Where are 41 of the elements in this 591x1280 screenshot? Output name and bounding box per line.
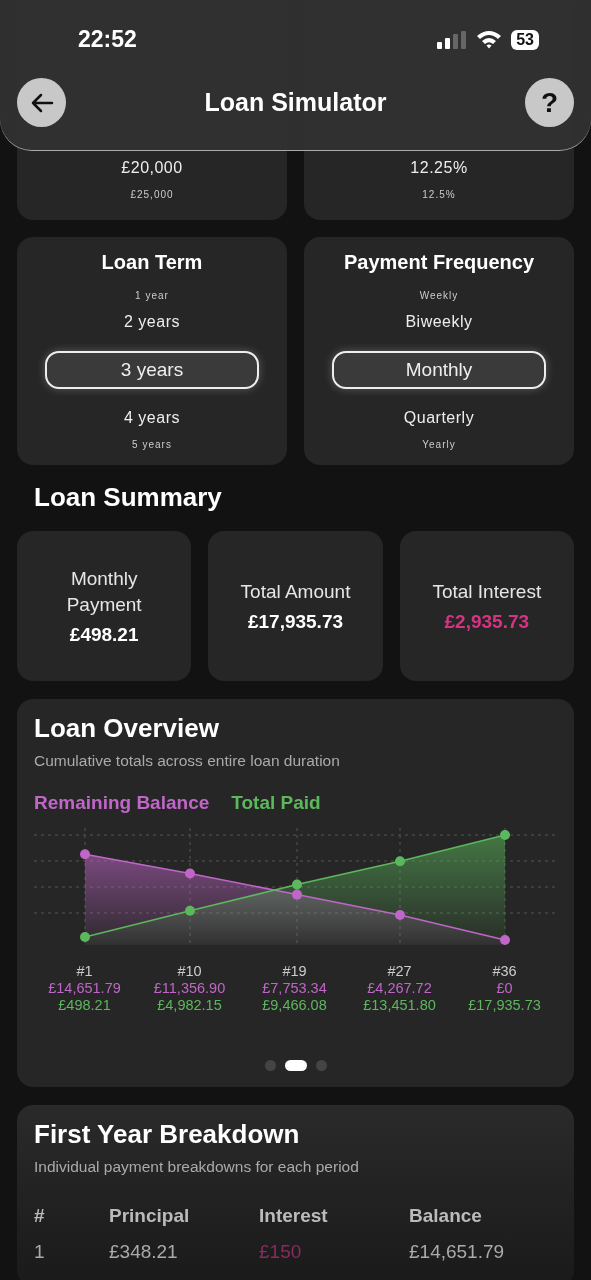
value-label: £9,466.08 bbox=[262, 997, 327, 1014]
category-label: #27 bbox=[387, 963, 412, 980]
status-time: 22:52 bbox=[78, 26, 137, 53]
category-label: #1 bbox=[76, 963, 93, 980]
category-label: #36 bbox=[492, 963, 517, 980]
column-header: Balance bbox=[409, 1205, 483, 1227]
value-label: £17,935.73 bbox=[468, 997, 541, 1014]
value-label: £13,451.80 bbox=[363, 997, 436, 1014]
card-title: Loan Overview bbox=[34, 713, 220, 744]
value-label: £4,267.72 bbox=[367, 980, 432, 997]
card-subtitle: Cumulative totals across entire loan duration bbox=[34, 752, 341, 770]
summary-label: Total Amount bbox=[240, 580, 351, 605]
table-cell-text: 1 bbox=[34, 1241, 46, 1263]
column-header: Principal bbox=[109, 1205, 191, 1227]
summary-label: Total Interest bbox=[432, 580, 542, 605]
value-label: £7,753.34 bbox=[262, 980, 327, 997]
picker-title: Payment Frequency bbox=[343, 251, 535, 274]
value-label: £14,651.79 bbox=[48, 980, 121, 997]
column-header: # bbox=[34, 1205, 46, 1227]
category-label: #10 bbox=[177, 963, 202, 980]
category-label: #19 bbox=[282, 963, 307, 980]
table-cell-text: £14,651.79 bbox=[409, 1241, 506, 1263]
summary-value: £2,935.73 bbox=[444, 610, 530, 633]
picker-title: Loan Term bbox=[101, 251, 203, 274]
value-label: £11,356.90 bbox=[153, 980, 226, 997]
legend-label: Remaining Balance bbox=[34, 792, 210, 814]
table-cell-text: £150 bbox=[259, 1241, 303, 1263]
screen-title: Loan Simulator bbox=[204, 88, 387, 117]
section-title: Loan Summary bbox=[34, 482, 223, 513]
card-title: First Year Breakdown bbox=[34, 1119, 301, 1150]
battery-level: 53 bbox=[511, 29, 539, 50]
value-label: £498.21 bbox=[58, 997, 111, 1014]
summary-value: £17,935.73 bbox=[247, 610, 344, 633]
column-header: Interest bbox=[259, 1205, 329, 1227]
card-subtitle: Individual payment breakdowns for each period bbox=[34, 1158, 360, 1176]
table-cell-text: £348.21 bbox=[109, 1241, 179, 1263]
value-label: £4,982.15 bbox=[157, 997, 222, 1014]
summary-label: Monthly Payment bbox=[65, 567, 143, 617]
summary-value: £498.21 bbox=[69, 623, 139, 646]
value-label: £0 bbox=[496, 980, 513, 997]
legend-label: Total Paid bbox=[231, 792, 321, 814]
